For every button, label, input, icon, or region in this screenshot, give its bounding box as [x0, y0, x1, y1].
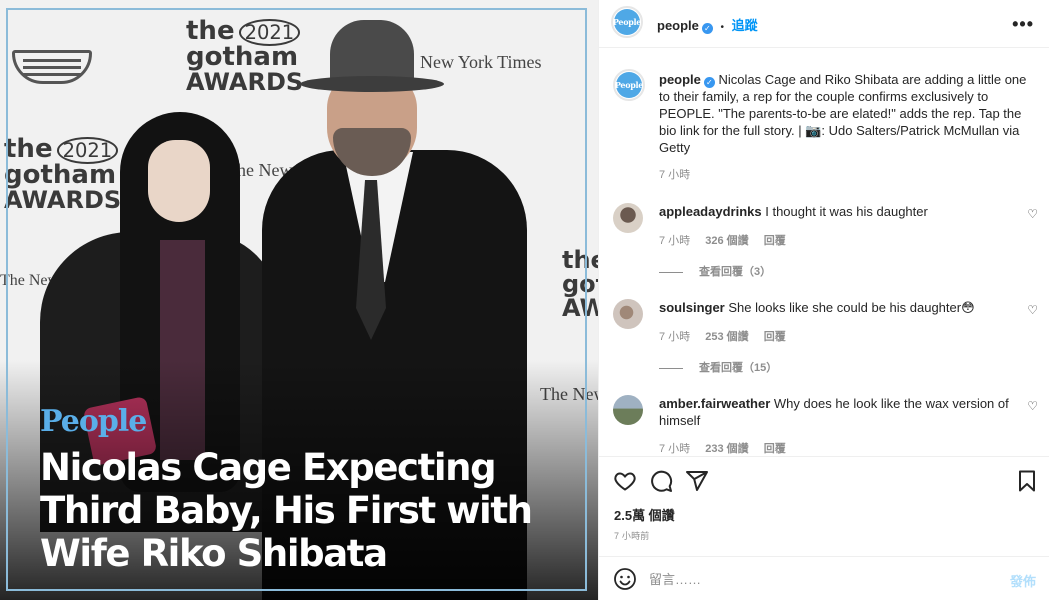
share-paper-plane-icon[interactable]	[685, 469, 709, 493]
comment-time[interactable]: 7 小時	[659, 331, 690, 343]
username-link[interactable]: people	[659, 72, 701, 87]
comment-likes[interactable]: 326 個讚	[705, 235, 748, 247]
image-frame	[6, 8, 587, 591]
like-heart-icon[interactable]	[613, 469, 637, 493]
separator-dot: •	[720, 22, 725, 33]
avatar[interactable]: People	[611, 6, 643, 38]
comment-username[interactable]: amber.fairweather	[659, 396, 770, 411]
likes-count[interactable]: 2.5萬 個讚	[614, 505, 675, 524]
comment-form: 發佈	[599, 556, 1049, 600]
header-user: people ✓ • 追蹤	[657, 15, 758, 34]
comment-likes[interactable]: 253 個讚	[705, 331, 748, 343]
username-link[interactable]: people	[657, 18, 699, 33]
comment-meta: 7 小時 233 個讚 回覆	[659, 440, 798, 456]
view-replies-label: 查看回覆（3）	[699, 266, 772, 278]
follow-button[interactable]: 追蹤	[732, 18, 758, 33]
avatar[interactable]	[613, 299, 643, 329]
verified-badge-icon: ✓	[701, 23, 713, 34]
caption-text: Nicolas Cage and Riko Shibata are adding…	[659, 72, 1027, 155]
avatar-logo: People	[613, 9, 641, 35]
comment-text-block: soulsinger She looks like she could be h…	[659, 299, 1017, 316]
comment-time[interactable]: 7 小時	[659, 235, 690, 247]
caption-text-block: people ✓ Nicolas Cage and Riko Shibata ar…	[659, 71, 1031, 156]
comment-likes[interactable]: 233 個讚	[705, 443, 748, 455]
comment-text-block: amber.fairweather Why does he look like …	[659, 395, 1017, 429]
comment-meta: 7 小時 253 個讚 回覆	[659, 328, 798, 344]
view-replies-button[interactable]: 查看回覆（3）	[659, 263, 771, 279]
emoji-icon[interactable]	[613, 567, 637, 591]
post-header: People people ✓ • 追蹤 •••	[599, 0, 1049, 48]
save-bookmark-icon[interactable]	[1015, 469, 1039, 493]
verified-badge-icon: ✓	[703, 77, 715, 88]
comment-text-block: appleadaydrinks I thought it was his dau…	[659, 203, 1017, 220]
avatar[interactable]: People	[613, 69, 645, 101]
comment-username[interactable]: appleadaydrinks	[659, 204, 762, 219]
avatar[interactable]	[613, 203, 643, 233]
like-comment-heart-icon[interactable]: ♡	[1027, 207, 1038, 221]
comment-time[interactable]: 7 小時	[659, 443, 690, 455]
more-options-icon[interactable]: •••	[1012, 14, 1034, 35]
caption-time[interactable]: 7 小時	[659, 166, 690, 182]
comments-section[interactable]: People people ✓ Nicolas Cage and Riko Shi…	[599, 49, 1049, 456]
action-bar: 2.5萬 個讚 7 小時前	[599, 456, 1049, 544]
avatar-logo: People	[615, 72, 643, 98]
view-replies-button[interactable]: 查看回覆（15）	[659, 359, 777, 375]
comment-bubble-icon[interactable]	[649, 469, 673, 493]
post-panel: People people ✓ • 追蹤 ••• People people ✓ N…	[598, 0, 1049, 600]
comment-text: She looks like she could be his daughter…	[728, 300, 975, 315]
avatar[interactable]	[613, 395, 643, 425]
comment-meta: 7 小時 326 個讚 回覆	[659, 232, 798, 248]
reply-button[interactable]: 回覆	[764, 235, 786, 247]
reply-button[interactable]: 回覆	[764, 331, 786, 343]
view-replies-line	[659, 271, 683, 273]
comment-input[interactable]	[649, 569, 989, 589]
post-image[interactable]: the 2021 gotham AWARDS the 2021 gotham AWA…	[0, 0, 598, 600]
comment-username[interactable]: soulsinger	[659, 300, 725, 315]
reply-button[interactable]: 回覆	[764, 443, 786, 455]
comment-text: I thought it was his daughter	[765, 204, 928, 219]
like-comment-heart-icon[interactable]: ♡	[1027, 303, 1038, 317]
like-comment-heart-icon[interactable]: ♡	[1027, 399, 1038, 413]
view-replies-label: 查看回覆（15）	[699, 362, 778, 374]
post-time[interactable]: 7 小時前	[614, 529, 650, 542]
view-replies-line	[659, 367, 683, 369]
post-comment-button[interactable]: 發佈	[1010, 571, 1036, 590]
